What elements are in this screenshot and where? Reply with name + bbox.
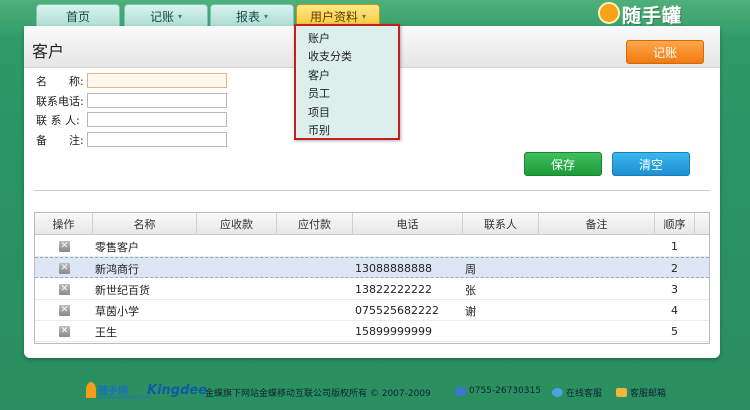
user-data-dropdown: 账户 收支分类 客户 员工 项目 币别 [294,24,400,140]
column-header: 应收款 [197,213,277,235]
menu-item-category[interactable]: 收支分类 [308,48,352,64]
suishou-logo[interactable]: 随手网 suishouwang.com [86,380,152,402]
kingdee-logo[interactable]: Kingdee [147,383,207,398]
mascot-icon [598,2,620,24]
row-order: 2 [671,262,678,275]
column-header: 名称 [93,213,197,235]
delete-icon[interactable]: ✕ [59,241,70,252]
column-header: 电话 [353,213,463,235]
table-row[interactable]: ✕ 新世纪百货 13822222222 张 3 [35,279,709,300]
jizhang-button[interactable]: 记账 [626,40,704,64]
row-contact: 张 [465,283,476,297]
menu-item-account[interactable]: 账户 [308,30,330,46]
delete-icon[interactable]: ✕ [59,263,70,274]
contact-label: 联 系 人: [36,114,80,127]
delete-icon[interactable]: ✕ [59,284,70,295]
table-row[interactable]: ✕ 零售客户 1 [35,236,709,257]
divider [34,190,710,191]
tab-label: 首页 [65,10,90,24]
tab-home[interactable]: 首页 [36,4,120,28]
chevron-down-icon: ▾ [362,12,367,21]
row-phone: 075525682222 [355,304,439,317]
column-header: 操作 [35,213,93,235]
row-phone: 13088888888 [355,262,432,275]
delete-icon[interactable]: ✕ [59,326,70,337]
save-button[interactable]: 保存 [524,152,602,176]
note-label: 备 注: [36,134,84,147]
menu-item-currency[interactable]: 币别 [308,122,330,138]
row-order: 1 [671,240,678,253]
name-input[interactable] [87,73,227,88]
row-order: 3 [671,283,678,296]
row-phone: 13822222222 [355,283,432,296]
name-label: 名 称: [36,75,84,88]
page-title: 客户 [32,42,65,61]
table-row[interactable]: ✕ 新鸿商行 13088888888 周 2 [35,257,709,278]
contact-input[interactable] [87,112,227,127]
tab-label: 报表 [235,10,260,24]
brand-name: 随手罐 [622,5,683,27]
menu-item-customer[interactable]: 客户 [308,67,330,83]
delete-icon[interactable]: ✕ [59,305,70,316]
row-name: 新世纪百货 [95,283,150,297]
row-contact: 谢 [465,304,476,318]
tab-jizhang[interactable]: 记账 ▾ [124,4,208,28]
phone-icon [455,386,466,396]
row-phone: 15899999999 [355,325,432,338]
footer: 随手网 suishouwang.com Kingdee 金蝶旗下网站金蝶移动互联… [0,372,750,410]
email-service-label: 客服邮箱 [630,389,667,399]
customer-table: 操作 名称 应收款 应付款 电话 联系人 备注 顺序 ✕ 零售客户 1 ✕ 新鸿… [34,212,710,344]
row-name: 新鸿商行 [95,262,139,276]
column-header: 联系人 [463,213,539,235]
row-name: 草茵小学 [95,304,139,318]
table-header: 操作 名称 应收款 应付款 电话 联系人 备注 顺序 [35,213,709,235]
row-name: 零售客户 [95,240,139,254]
column-header: 应付款 [277,213,353,235]
column-header: 备注 [539,213,655,235]
table-row[interactable]: ✕ 王生 15899999999 5 [35,321,709,342]
phone-number: 0755-26730315 [469,386,541,396]
online-service-link[interactable]: 在线客服 [552,386,602,399]
menu-item-project[interactable]: 项目 [308,104,330,120]
chevron-down-icon: ▾ [264,12,269,21]
column-header: 顺序 [655,213,695,235]
row-contact: 周 [465,262,476,276]
mail-icon [616,388,627,397]
menu-item-employee[interactable]: 员工 [308,85,330,101]
phone-info: 0755-26730315 [455,386,541,396]
note-input[interactable] [87,132,227,147]
chevron-down-icon: ▾ [178,12,183,21]
tab-label: 记账 [149,10,174,24]
person-icon [86,382,96,398]
row-order: 4 [671,304,678,317]
row-order: 5 [671,325,678,338]
logo-sub: suishouwang.com [98,394,152,401]
tab-label: 用户资料 [309,10,358,24]
chat-icon [552,388,563,397]
copyright: 金蝶旗下网站金蝶移动互联公司版权所有 © 2007-2009 [205,389,431,399]
table-row[interactable]: ✕ 草茵小学 075525682222 谢 4 [35,300,709,321]
row-name: 王生 [95,325,117,339]
clear-button[interactable]: 清空 [612,152,690,176]
email-service-link[interactable]: 客服邮箱 [616,386,666,399]
online-service-label: 在线客服 [566,389,603,399]
phone-input[interactable] [87,93,227,108]
tab-reports[interactable]: 报表 ▾ [210,4,294,28]
phone-label: 联系电话: [36,95,84,108]
